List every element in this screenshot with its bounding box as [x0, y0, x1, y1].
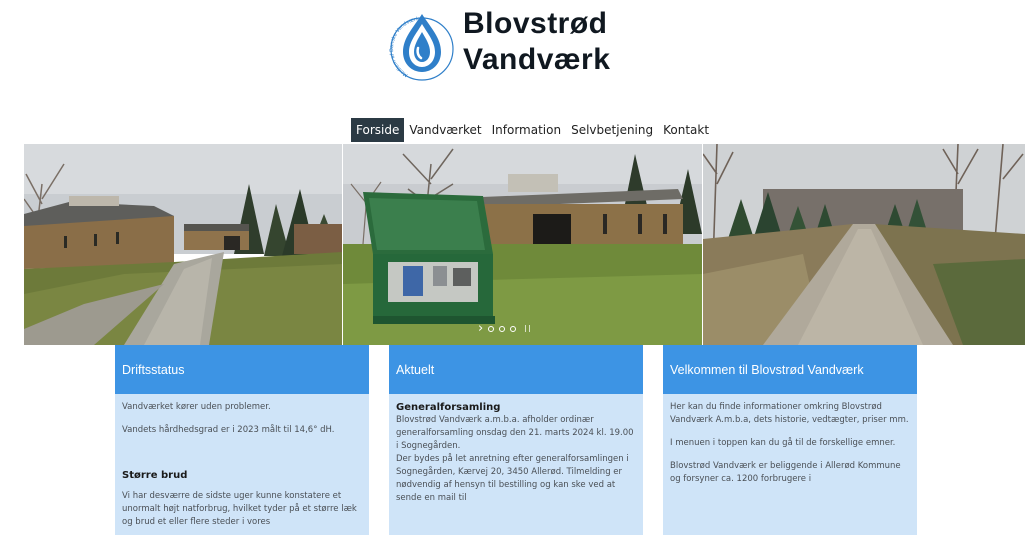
intro-text: Her kan du finde informationer omkring B…: [670, 402, 909, 425]
slider-dot-3[interactable]: [510, 325, 517, 332]
brand-line-2: Vandværk: [463, 43, 611, 76]
box-header: Driftsstatus: [115, 345, 369, 394]
brand-name: Blovstrød Vandværk: [463, 6, 610, 78]
slider-dot-1[interactable]: [488, 325, 495, 332]
image-slider[interactable]: ›: [24, 144, 1025, 345]
box-body: Vandværket kører uden problemer. Vandets…: [115, 394, 369, 529]
box-driftsstatus: Driftsstatus Vandværket kører uden probl…: [115, 345, 369, 535]
box-title: Velkommen til Blovstrød Vandværk: [670, 362, 864, 377]
nav-item-kontakt[interactable]: Kontakt: [658, 118, 714, 142]
generalforsamling-text: Blovstrød Vandværk a.m.b.a. afholder ord…: [396, 415, 634, 451]
menu-text: I menuen i toppen kan du gå til de forsk…: [670, 438, 896, 448]
box-header: Aktuelt: [389, 345, 643, 394]
box-header: Velkommen til Blovstrød Vandværk: [663, 345, 917, 394]
slider-controls: ›: [478, 322, 531, 335]
nav-item-forside[interactable]: Forside: [351, 118, 405, 142]
nav-item-information[interactable]: Information: [487, 118, 566, 142]
box-body: Generalforsamling Blovstrød Vandværk a.m…: [389, 394, 643, 505]
brud-text: Vi har desværre de sidste uger kunne kon…: [122, 491, 357, 527]
box-body: Her kan du finde informationer omkring B…: [663, 394, 917, 486]
box-aktuelt: Aktuelt Generalforsamling Blovstrød Vand…: [389, 345, 643, 535]
nav-item-selvbetjening[interactable]: Selvbetjening: [566, 118, 658, 142]
main-nav: Forside Vandværket Information Selvbetje…: [351, 118, 714, 142]
brand-line-1: Blovstrød: [463, 7, 608, 40]
water-drop-logo-icon: Medlem af Danske Vandværker: [389, 14, 454, 81]
box-title: Driftsstatus: [122, 362, 185, 377]
section-heading: Større brud: [122, 470, 188, 481]
section-heading: Generalforsamling: [396, 402, 501, 413]
slider-dot-2[interactable]: [499, 325, 506, 332]
status-text: Vandværket kører uden problemer.: [122, 402, 271, 412]
anretning-text: Der bydes på let anretning efter general…: [396, 454, 629, 503]
slide-photo-building: [24, 144, 342, 345]
nav-item-vandvaerket[interactable]: Vandværket: [404, 118, 486, 142]
slider-pause-icon[interactable]: [525, 325, 531, 332]
slide-photo-cabinet: [343, 144, 702, 345]
location-text: Blovstrød Vandværk er beliggende i Aller…: [670, 461, 901, 484]
hardness-text: Vandets hårdhedsgrad er i 2023 målt til …: [122, 425, 335, 435]
box-title: Aktuelt: [396, 362, 435, 377]
slider-next-arrow-icon[interactable]: ›: [478, 322, 483, 335]
site-logo[interactable]: Medlem af Danske Vandværker Blovstrød Va…: [389, 2, 639, 86]
box-velkommen: Velkommen til Blovstrød Vandværk Her kan…: [663, 345, 917, 535]
slide-photo-path: [703, 144, 1025, 345]
